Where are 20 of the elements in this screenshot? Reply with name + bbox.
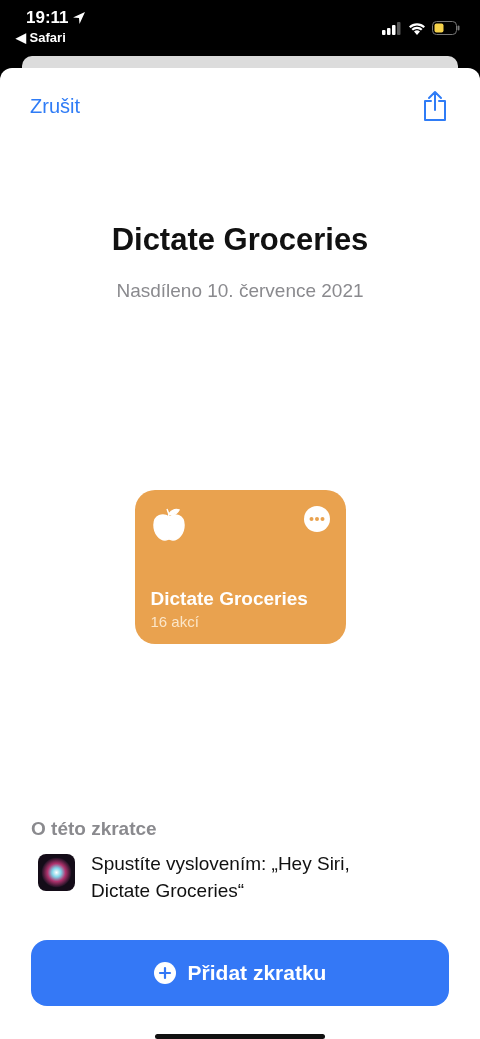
back-to-app-link[interactable]: ◀ Safari — [16, 30, 86, 45]
plus-circle-icon — [153, 962, 176, 984]
apple-icon — [150, 506, 187, 542]
wifi-icon — [408, 21, 426, 35]
shared-date: Nasdíleno 10. července 2021 — [115, 280, 365, 302]
siri-phrase: Spustíte vyslovením: „Hey Siri, Dictate Groceries“ — [91, 852, 351, 903]
section-heading: O této zkratce — [31, 818, 158, 840]
shortcut-title: Dictate Groceries — [110, 222, 370, 258]
more-options-icon[interactable] — [303, 506, 330, 532]
status-time: 19:11 — [26, 8, 69, 28]
signal-icon — [382, 21, 402, 35]
action-count: 16 akcí — [150, 613, 200, 630]
battery-icon — [432, 21, 460, 35]
shortcut-card[interactable]: Dictate Groceries 16 akcí — [134, 490, 346, 644]
siri-icon — [38, 854, 75, 891]
location-arrow-icon — [71, 11, 86, 25]
share-icon[interactable] — [422, 90, 448, 122]
card-title: Dictate Groceries — [150, 588, 309, 610]
add-shortcut-button[interactable]: Přidat zkratku — [31, 940, 449, 1006]
cancel-button[interactable]: Zrušit — [30, 94, 80, 118]
